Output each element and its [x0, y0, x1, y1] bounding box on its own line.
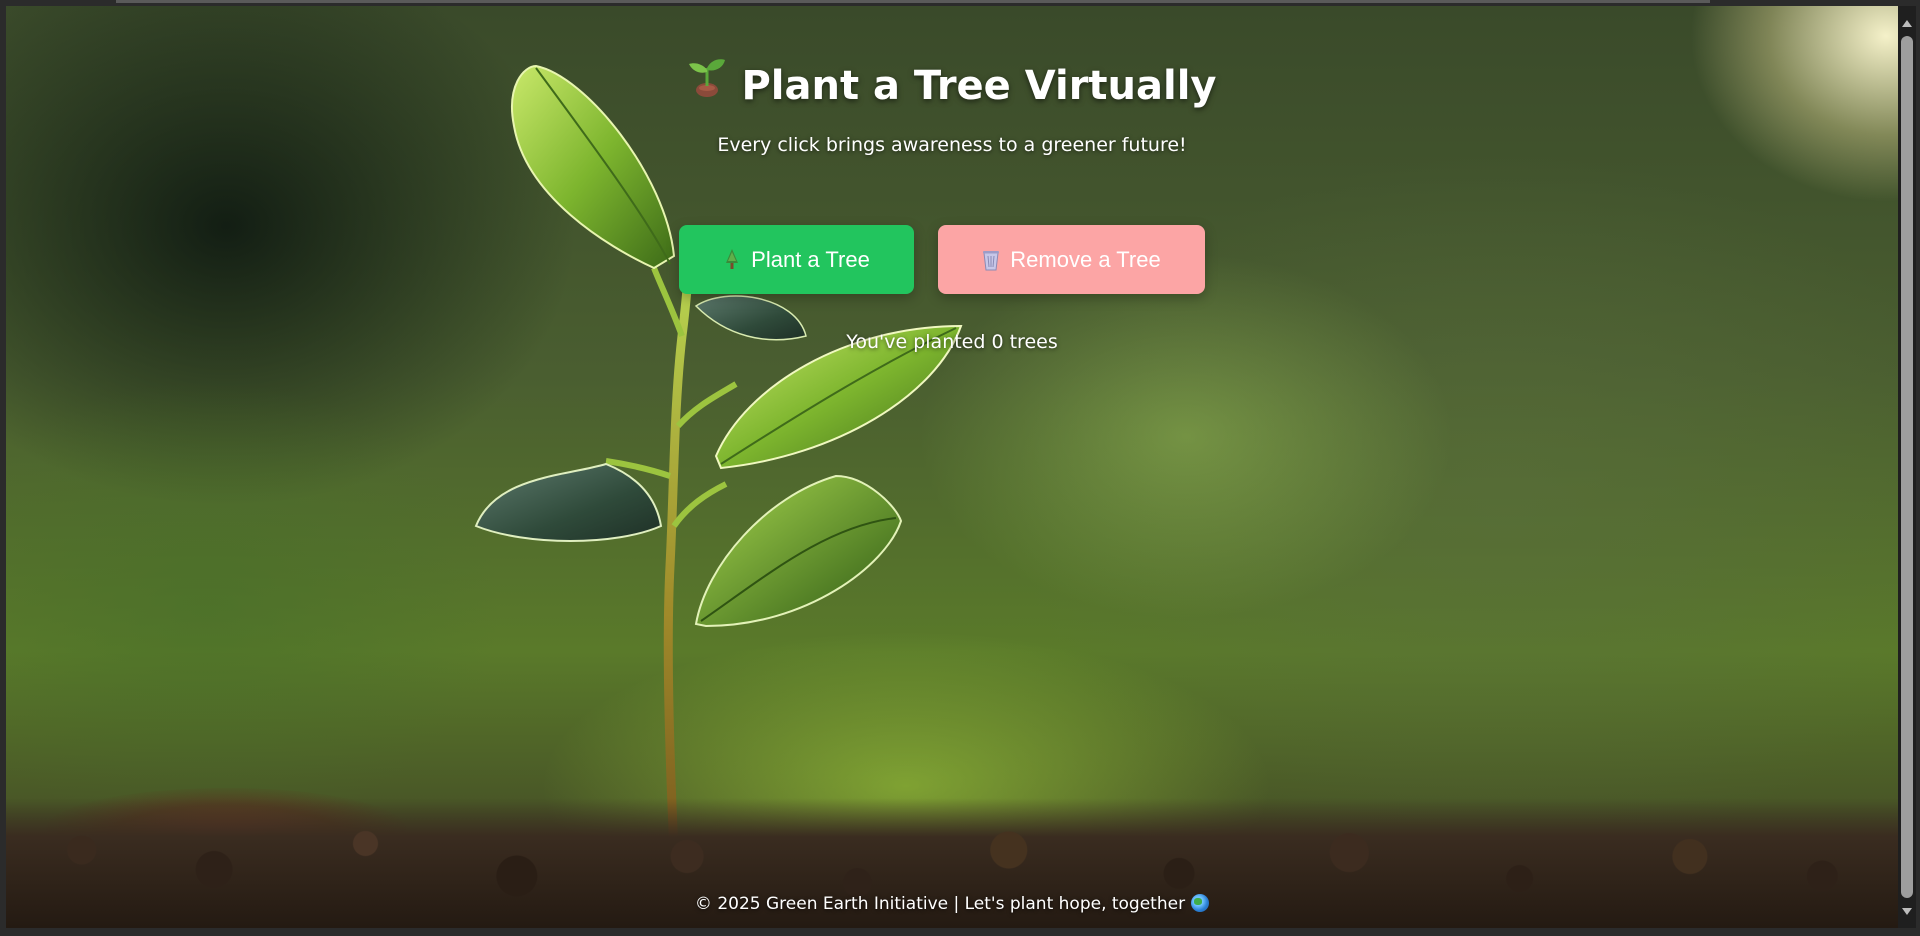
main-content: Plant a Tree Virtually Every click bring…: [6, 6, 1898, 928]
footer-text: © 2025 Green Earth Initiative | Let's pl…: [694, 894, 1186, 914]
globe-icon: [1191, 894, 1210, 912]
scroll-down-arrow-icon[interactable]: [1902, 908, 1912, 915]
action-buttons: Plant a Tree Remove a Tree: [6, 225, 1898, 294]
evergreen-tree-icon: [723, 248, 741, 272]
remove-tree-label: Remove a Tree: [1010, 246, 1161, 272]
page-subtitle: Every click brings awareness to a greene…: [717, 134, 1187, 156]
window-top-edge: [116, 0, 1710, 3]
remove-tree-button[interactable]: Remove a Tree: [938, 225, 1205, 294]
scroll-up-arrow-icon[interactable]: [1902, 20, 1912, 27]
page-viewport: Plant a Tree Virtually Every click bring…: [6, 6, 1898, 928]
page-title-text: Plant a Tree Virtually: [741, 63, 1217, 109]
wastebasket-icon: [982, 248, 1000, 272]
seedling-icon: [687, 56, 727, 113]
footer: © 2025 Green Earth Initiative | Let's pl…: [6, 892, 1898, 916]
plant-tree-button[interactable]: Plant a Tree: [679, 225, 914, 294]
vertical-scrollbar[interactable]: [1898, 6, 1916, 928]
plant-tree-label: Plant a Tree: [751, 246, 870, 272]
page-title: Plant a Tree Virtually: [6, 58, 1898, 114]
tree-counter: You've planted 0 trees: [846, 331, 1058, 353]
scrollbar-thumb[interactable]: [1901, 36, 1913, 898]
